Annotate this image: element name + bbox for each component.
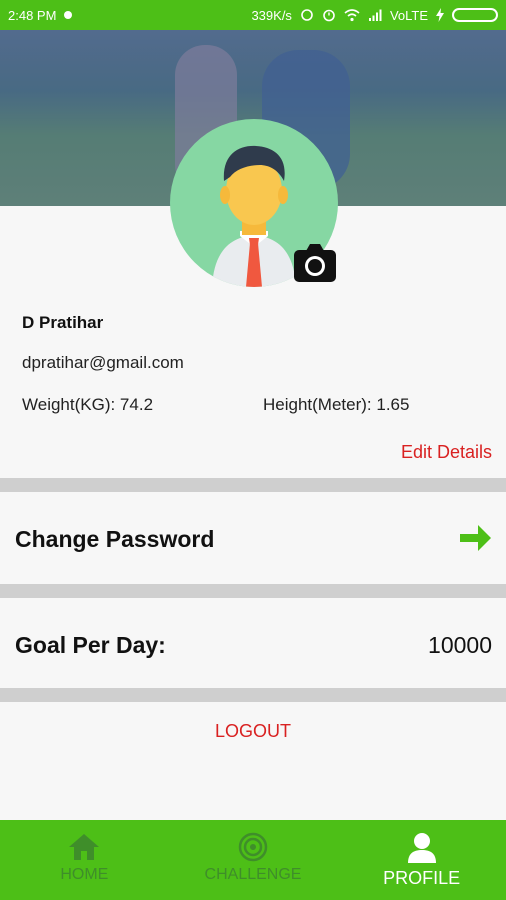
user-name: D Pratihar xyxy=(22,313,104,332)
status-bar: 2:48 PM 339K/s VoLTE xyxy=(0,0,506,30)
nav-home-label: HOME xyxy=(60,866,109,883)
camera-icon[interactable] xyxy=(293,243,337,283)
nav-profile-label: PROFILE xyxy=(383,868,461,888)
logout-button[interactable]: LOGOUT xyxy=(0,721,506,742)
profile-icon xyxy=(407,833,436,863)
network-type: VoLTE xyxy=(389,7,428,23)
goal-per-day-row[interactable]: Goal Per Day: 10000 xyxy=(0,598,506,688)
nav-challenge[interactable]: CHALLENGE xyxy=(169,820,338,900)
goal-per-day-value: 10000 xyxy=(428,632,492,658)
arrow-right-icon[interactable] xyxy=(458,522,492,554)
signal-icon xyxy=(368,9,382,21)
sync-icon xyxy=(301,9,313,21)
logout-section: LOGOUT xyxy=(0,702,506,820)
battery-icon xyxy=(452,8,498,22)
user-email: dpratihar@gmail.com xyxy=(22,353,184,372)
challenge-icon xyxy=(238,832,268,862)
bottom-navigation: HOME CHALLENGE PROFILE xyxy=(0,820,506,900)
section-divider xyxy=(0,688,506,702)
section-divider xyxy=(0,478,506,492)
status-speed: 339K/s xyxy=(251,7,292,23)
goal-per-day-label: Goal Per Day: xyxy=(15,632,166,658)
section-divider xyxy=(0,584,506,598)
change-password-label: Change Password xyxy=(15,526,215,552)
charging-icon xyxy=(436,8,444,22)
user-weight: Weight(KG): 74.2 xyxy=(22,395,154,414)
alarm-icon xyxy=(323,9,335,22)
nav-home[interactable]: HOME xyxy=(0,820,169,900)
wifi-icon xyxy=(344,9,360,22)
nav-profile[interactable]: PROFILE xyxy=(337,820,506,900)
edit-details-link[interactable]: Edit Details xyxy=(401,442,492,463)
change-password-row[interactable]: Change Password xyxy=(0,492,506,584)
home-icon xyxy=(69,834,100,860)
user-height: Height(Meter): 1.65 xyxy=(263,395,410,414)
notification-icon xyxy=(64,11,73,19)
nav-challenge-label: CHALLENGE xyxy=(204,866,302,883)
status-time: 2:48 PM xyxy=(8,7,57,23)
